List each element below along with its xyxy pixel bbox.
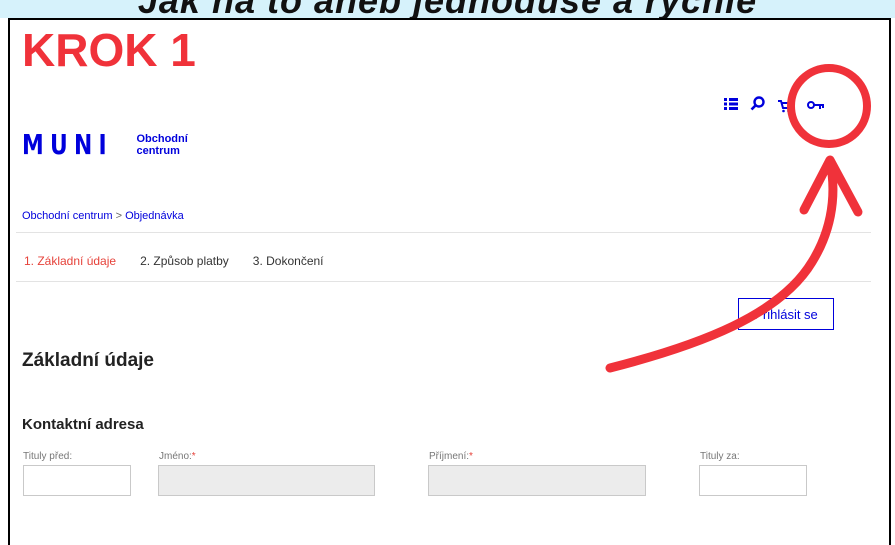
logo-text-line2: centrum [136, 144, 180, 157]
required-marker: * [469, 451, 473, 462]
required-marker: * [191, 451, 196, 462]
first-name-label: Jméno:* [159, 451, 196, 462]
logo-mark: MUNI [22, 128, 113, 161]
titles-before-input[interactable] [23, 465, 131, 496]
divider [16, 232, 871, 233]
titles-after-label-text: Tituly za: [700, 451, 740, 462]
tutorial-banner: Jak na to aneb jednoduše a rychle [0, 0, 895, 18]
first-name-label-text: Jméno: [159, 451, 192, 462]
last-name-label-text: Příjmení: [429, 451, 470, 462]
first-name-input[interactable] [158, 465, 375, 496]
step-payment[interactable]: 2. Způsob platby [140, 254, 229, 268]
contact-address-heading: Kontaktní adresa [22, 416, 144, 433]
banner-title: Jak na to aneb jednoduše a rychle [0, 0, 895, 18]
cart-icon[interactable]: 1 [777, 99, 795, 113]
last-name-label: Příjmení:* [429, 451, 473, 462]
logo-text-line1: Obchodní [136, 132, 188, 145]
muni-logo[interactable]: MUNI Obchodní centrum [22, 128, 188, 161]
divider [16, 281, 871, 282]
login-button-label: Přihlásit se [754, 306, 818, 322]
breadcrumb: Obchodní centrum > Objednávka [22, 210, 184, 222]
last-name-input[interactable] [428, 465, 646, 496]
step-basic-info[interactable]: 1. Základní údaje [24, 254, 116, 268]
section-title: Základní údaje [22, 350, 154, 371]
login-button[interactable]: Přihlásit se [738, 298, 834, 330]
step-heading: KROK 1 [22, 24, 196, 76]
titles-after-label: Tituly za: [700, 451, 740, 462]
key-icon[interactable] [807, 97, 825, 115]
titles-before-label: Tituly před: [23, 451, 72, 462]
breadcrumb-current: Objednávka [125, 210, 184, 222]
step-completion[interactable]: 3. Dokončení [253, 254, 324, 268]
list-icon[interactable] [724, 97, 738, 115]
logo-text: Obchodní centrum [136, 133, 187, 157]
breadcrumb-separator: > [115, 210, 122, 222]
cart-count-badge: 1 [791, 104, 796, 113]
breadcrumb-root-link[interactable]: Obchodní centrum [22, 210, 113, 222]
header-icons: 1 [724, 96, 837, 116]
titles-before-label-text: Tituly před: [23, 451, 73, 462]
search-icon[interactable] [750, 96, 765, 116]
titles-after-input[interactable] [699, 465, 807, 496]
checkout-steps: 1. Základní údaje 2. Způsob platby 3. Do… [24, 254, 348, 268]
